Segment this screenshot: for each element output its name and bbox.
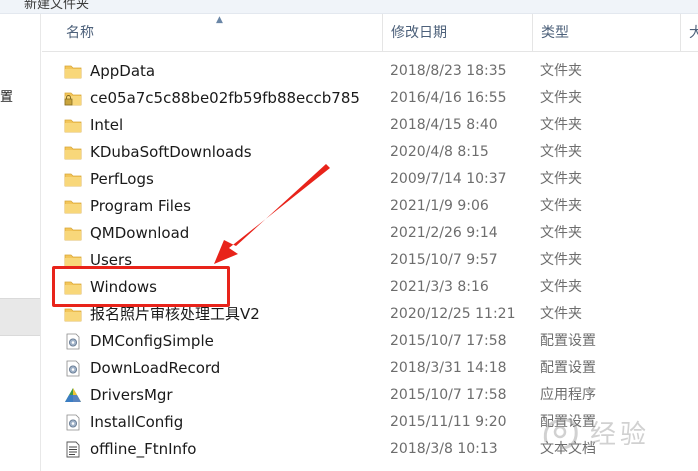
title-strip: 新建文件夹 [0,0,698,14]
file-type: 文件夹 [540,252,582,268]
file-name: DMConfigSimple [90,332,214,350]
file-name: Program Files [90,197,191,215]
folder-icon [64,308,82,322]
text-file-icon [66,441,80,458]
file-row[interactable]: ce05a7c5c88be02fb59fb88eccb785 2016/4/16… [42,85,698,112]
file-row[interactable]: Program Files 2021/1/9 9:06 文件夹 [42,193,698,220]
file-row[interactable]: DriversMgr 2015/10/7 17:58 应用程序 [42,382,698,409]
file-row[interactable]: PerfLogs 2009/7/14 10:37 文件夹 [42,166,698,193]
config-file-icon [66,414,80,431]
file-name: KDubaSoftDownloads [90,143,252,161]
file-row-partial[interactable] [42,463,698,471]
file-type: 文件夹 [540,198,582,214]
file-row[interactable]: AppData 2018/8/23 18:35 文件夹 [42,58,698,85]
column-name-label: 名称 [66,25,94,41]
file-date: 2018/3/31 14:18 [390,360,507,376]
file-date: 2018/4/15 8:40 [390,117,498,133]
file-type: 文件夹 [540,144,582,160]
annotation-highlight-box [52,266,230,307]
column-date-label: 修改日期 [391,25,447,41]
watermark: 经验 [538,410,690,460]
file-date: 2018/3/8 10:13 [390,441,498,457]
file-date: 2021/3/3 8:16 [390,279,489,295]
window-title: 新建文件夹 [24,0,90,12]
file-date: 2021/2/26 9:14 [390,225,498,241]
file-row[interactable]: Intel 2018/4/15 8:40 文件夹 [42,112,698,139]
file-date: 2020/12/25 11:21 [390,306,516,322]
file-row[interactable]: QMDownload 2021/2/26 9:14 文件夹 [42,220,698,247]
file-type: 文件夹 [540,279,582,295]
sort-ascending-icon: ▲ [216,15,223,25]
drivers-app-icon [65,388,81,402]
file-type: 配置设置 [540,333,596,349]
watermark-text: 经验 [590,420,651,450]
column-type-label: 类型 [541,25,569,41]
file-type: 文件夹 [540,63,582,79]
file-date: 2016/4/16 16:55 [390,90,507,106]
file-name: ce05a7c5c88be02fb59fb88eccb785 [90,89,360,107]
file-name: InstallConfig [90,413,184,431]
column-size-label: 大 [689,25,698,41]
file-row[interactable]: DMConfigSimple 2015/10/7 17:58 配置设置 [42,328,698,355]
column-size-header[interactable]: 大 [680,14,698,52]
folder-icon [64,200,82,214]
file-type: 文件夹 [540,117,582,133]
nav-item-selected[interactable] [0,298,40,336]
file-type: 应用程序 [540,387,596,403]
nav-item-label[interactable]: 置 [0,86,13,105]
folder-icon [64,173,82,187]
folder-icon [64,119,82,133]
file-type: 文件夹 [540,306,582,322]
file-name: PerfLogs [90,170,154,188]
file-date: 2015/10/7 9:57 [390,252,498,268]
file-type: 文件夹 [540,90,582,106]
file-name: DownLoadRecord [90,359,221,377]
locked-folder-icon [64,92,82,106]
file-name: QMDownload [90,224,190,242]
file-type: 文件夹 [540,171,582,187]
config-file-icon [66,333,80,350]
column-date-header[interactable]: 修改日期 [382,14,532,52]
navigation-pane[interactable]: 置 [0,14,41,471]
file-date: 2009/7/14 10:37 [390,171,507,187]
file-name: Intel [90,116,124,134]
folder-icon [64,146,82,160]
file-row[interactable]: KDubaSoftDownloads 2020/4/8 8:15 文件夹 [42,139,698,166]
folder-icon [64,65,82,79]
file-type: 配置设置 [540,360,596,376]
file-name: DriversMgr [90,386,173,404]
watermark-logo-icon [543,418,578,450]
file-date: 2015/11/11 9:20 [390,414,507,430]
column-header: 名称 ▲ 修改日期 类型 大 [42,14,698,52]
file-row[interactable]: DownLoadRecord 2018/3/31 14:18 配置设置 [42,355,698,382]
file-date: 2020/4/8 8:15 [390,144,489,160]
column-type-header[interactable]: 类型 [532,14,680,52]
file-name: offline_FtnInfo [90,440,197,458]
file-name: AppData [90,62,156,80]
file-date: 2018/8/23 18:35 [390,63,507,79]
folder-icon [64,227,82,241]
file-type: 文件夹 [540,225,582,241]
config-file-icon [66,360,80,377]
file-date: 2015/10/7 17:58 [390,333,507,349]
file-date: 2015/10/7 17:58 [390,387,507,403]
file-date: 2021/1/9 9:06 [390,198,489,214]
